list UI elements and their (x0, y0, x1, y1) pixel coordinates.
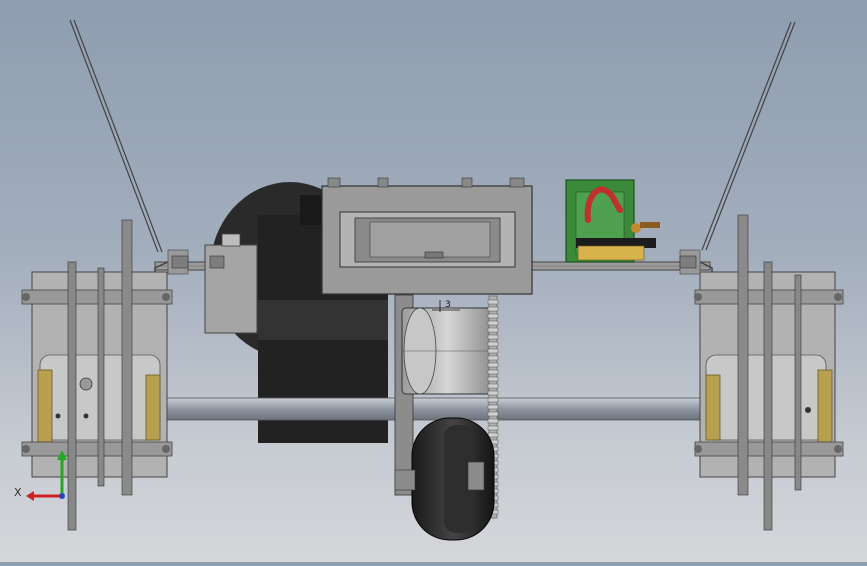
chain-link (487, 432, 499, 438)
chain-link (487, 348, 499, 354)
chain-link (487, 369, 499, 375)
chain-link (487, 320, 499, 326)
chain-link (487, 425, 499, 431)
top-housing (321, 177, 533, 295)
assembly-drawing (21, 19, 844, 541)
chain-link (487, 313, 499, 319)
chain-link (487, 306, 499, 312)
chain-link (487, 355, 499, 361)
circuit-board (565, 179, 660, 263)
chain-link (487, 397, 499, 403)
dimension-note: 3 (445, 300, 451, 310)
left-bracket (204, 233, 258, 334)
chain-link (487, 390, 499, 396)
chain-link (487, 418, 499, 424)
axle-rod (164, 397, 701, 421)
chain-link (487, 411, 499, 417)
chain-link (487, 341, 499, 347)
cad-viewport[interactable]: X 3 (0, 0, 867, 562)
chain-link (487, 327, 499, 333)
right-antenna (701, 21, 796, 251)
chain-link (487, 404, 499, 410)
chain-link (487, 362, 499, 368)
chain-link (487, 299, 499, 305)
axis-x-label: X (14, 486, 22, 499)
left-antenna (69, 19, 163, 253)
chain-link (487, 383, 499, 389)
chain-link (487, 334, 499, 340)
chain-link (487, 376, 499, 382)
